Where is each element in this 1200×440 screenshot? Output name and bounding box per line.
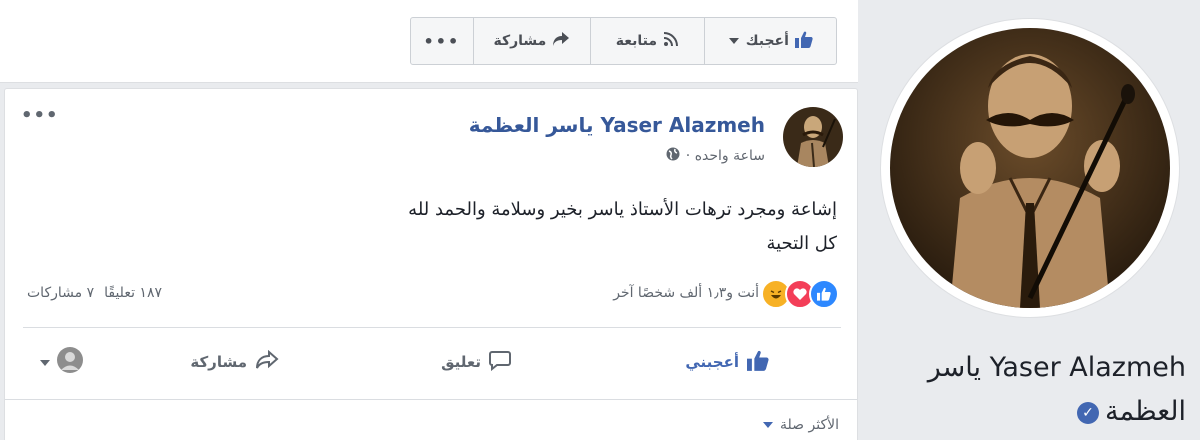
- share-arrow-icon: [255, 349, 279, 374]
- page-action-bar: ••• مشاركة متابعة أعجبك: [0, 0, 858, 83]
- divider: [5, 399, 857, 400]
- post-options-button[interactable]: •••: [21, 107, 59, 125]
- post-timestamp[interactable]: ساعة واحده ·: [686, 148, 765, 164]
- profile-picture-frame: [880, 18, 1180, 318]
- post-comment-label: تعليق: [441, 353, 481, 371]
- post-author-name[interactable]: Yaser Alazmeh ياسر العظمة: [469, 113, 765, 137]
- profile-name-text: Yaser Alazmeh ياسر العظمة: [927, 352, 1186, 427]
- follow-label: متابعة: [615, 33, 658, 49]
- post-text-line: كل التحية: [766, 233, 837, 254]
- thumbs-up-icon: [794, 31, 813, 52]
- profile-picture[interactable]: [890, 28, 1170, 308]
- post-like-label: أعجبني: [685, 353, 739, 371]
- profile-name[interactable]: Yaser Alazmeh ياسر العظمة✓: [866, 346, 1186, 434]
- acting-as-selector[interactable]: [39, 337, 83, 387]
- page-sidebar: Yaser Alazmeh ياسر العظمة✓: [858, 0, 1200, 440]
- globe-icon: [666, 147, 680, 165]
- engagement-counts: ١٨٧ تعليقًا ٧ مشاركات: [27, 285, 162, 301]
- divider: [23, 327, 841, 328]
- comments-count[interactable]: ١٨٧ تعليقًا: [104, 285, 162, 301]
- share-page-button[interactable]: مشاركة: [474, 18, 592, 64]
- post-share-button[interactable]: مشاركة: [190, 337, 279, 387]
- chevron-down-icon: [728, 33, 740, 49]
- page-like-label: أعجبك: [745, 33, 789, 49]
- more-options-button[interactable]: •••: [411, 18, 474, 64]
- post-text-line: إشاعة ومجرد ترهات الأستاذ ياسر بخير وسلا…: [408, 199, 837, 220]
- comment-sort-dropdown[interactable]: الأكثر صلة: [762, 417, 839, 433]
- thumbs-up-icon: [747, 350, 769, 375]
- rss-follow-icon: [663, 31, 679, 51]
- more-options-label: •••: [423, 31, 461, 51]
- post-body: إشاعة ومجرد ترهات الأستاذ ياسر بخير وسلا…: [408, 193, 837, 261]
- reactions-summary[interactable]: أنت و١٫٣ ألف شخصًا آخر: [613, 285, 759, 301]
- post-actions: أعجبني تعليق مشاركة: [23, 337, 841, 387]
- avatar: [57, 347, 83, 377]
- page-like-button[interactable]: أعجبك: [705, 18, 836, 64]
- post-meta: ساعة واحده ·: [666, 147, 765, 165]
- verified-badge-icon: ✓: [1077, 401, 1099, 424]
- reaction-icons[interactable]: [759, 279, 839, 309]
- main-column: ••• مشاركة متابعة أعجبك ••• Yaser Alazme…: [0, 0, 858, 440]
- post-comment-button[interactable]: تعليق: [441, 337, 511, 387]
- chevron-down-icon: [762, 417, 774, 433]
- share-arrow-icon: [552, 31, 570, 51]
- reactions-row: أنت و١٫٣ ألف شخصًا آخر ١٨٧ تعليقًا ٧ مشا…: [27, 275, 839, 309]
- post-share-label: مشاركة: [190, 353, 247, 371]
- shares-count[interactable]: ٧ مشاركات: [27, 285, 94, 301]
- comment-sort-label: الأكثر صلة: [780, 417, 839, 433]
- post-like-button[interactable]: أعجبني: [685, 337, 769, 387]
- chevron-down-icon: [39, 353, 51, 371]
- post-author-avatar[interactable]: [783, 107, 843, 167]
- follow-button[interactable]: متابعة: [591, 18, 705, 64]
- speech-bubble-icon: [489, 350, 511, 375]
- share-page-label: مشاركة: [493, 33, 547, 49]
- like-reaction-icon: [809, 279, 839, 309]
- page-action-group: ••• مشاركة متابعة أعجبك: [410, 17, 837, 65]
- post-card: ••• Yaser Alazmeh ياسر العظمة ساعة واحده…: [4, 88, 858, 440]
